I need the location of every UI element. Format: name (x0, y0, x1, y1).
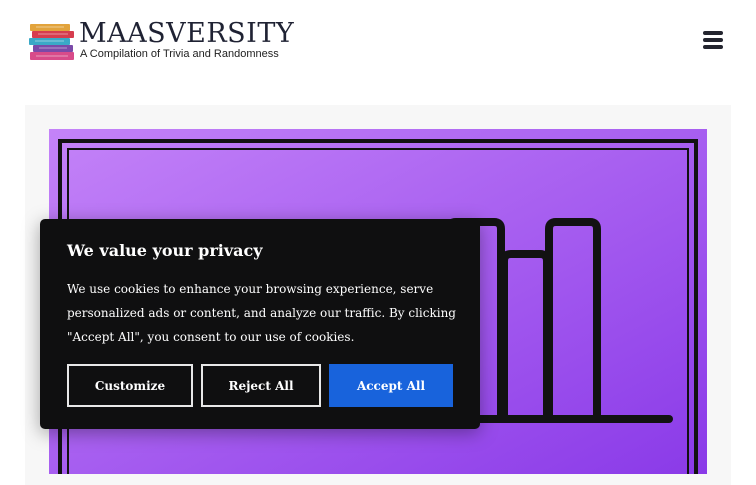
cookie-description: We use cookies to enhance your browsing … (67, 282, 456, 344)
customize-button[interactable]: Customize (67, 364, 193, 407)
cookie-title: We value your privacy (67, 241, 263, 260)
hamburger-menu-icon[interactable] (703, 31, 723, 49)
site-header: MAASVERSITY A Compilation of Trivia and … (0, 0, 756, 95)
reject-all-button[interactable]: Reject All (201, 364, 321, 407)
cookie-consent-banner: We value your privacy We use cookies to … (40, 219, 480, 429)
accept-all-button[interactable]: Accept All (329, 364, 453, 407)
logo-title: MAASVERSITY (79, 18, 295, 49)
site-logo[interactable]: MAASVERSITY A Compilation of Trivia and … (28, 18, 294, 64)
logo-subtitle: A Compilation of Trivia and Randomness (80, 48, 279, 60)
books-logo-icon (29, 24, 74, 60)
